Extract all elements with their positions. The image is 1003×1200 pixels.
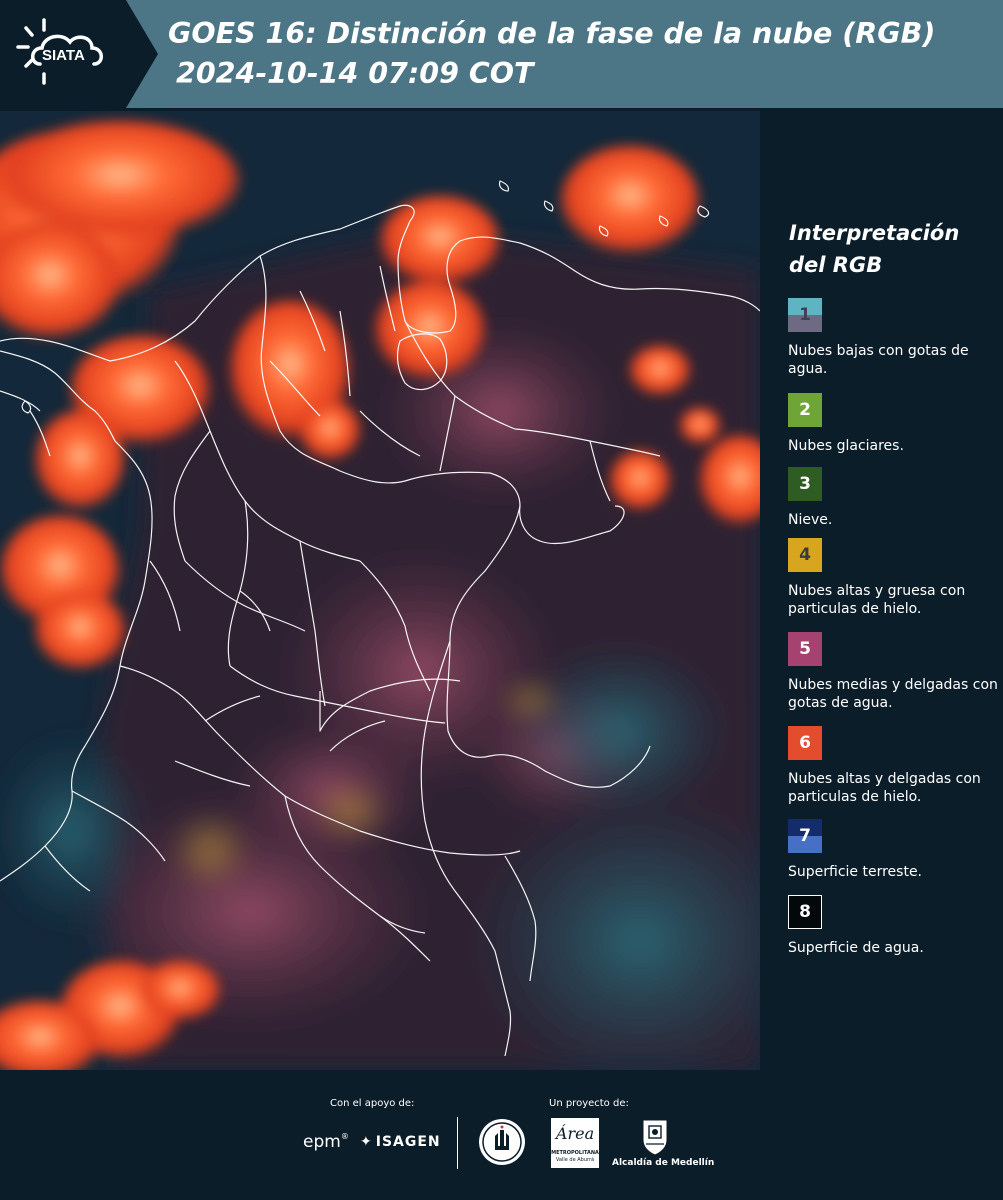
legend-swatch-3: 3	[788, 467, 822, 501]
legend-desc-5: Nubes medias y delgadas con gotas de agu…	[788, 677, 998, 711]
legend-panel: Interpretación del RGB 1 Nubes bajas con…	[762, 111, 1003, 1070]
siata-logo-text: SIATA	[42, 47, 85, 64]
header: SIATA GOES 16: Distinción de la fase de …	[0, 0, 1003, 108]
timestamp: 2024-10-14 07:09 COT	[176, 57, 534, 90]
legend-swatch-4: 4	[788, 538, 822, 572]
legend-desc-6: Nubes altas y delgadas con particulas de…	[788, 771, 981, 805]
area-logo-line2: Valle de Aburrá	[555, 1157, 595, 1163]
legend-number-8: 8	[799, 902, 811, 922]
legend-number-4: 4	[799, 545, 811, 565]
legend-item-8: 8 Superficie de agua.	[788, 895, 1000, 957]
isagen-icon: ✦	[360, 1134, 373, 1150]
legend-item-6: 6 Nubes altas y delgadas con particulas …	[788, 726, 1000, 806]
legend-swatch-5: 5	[788, 632, 822, 666]
legend-desc-2: Nubes glaciares.	[788, 438, 904, 454]
legend-number-7: 7	[799, 826, 811, 846]
satellite-rgb-map	[0, 111, 760, 1070]
legend-swatch-6: 6	[788, 726, 822, 760]
support-caption: Con el apoyo de:	[330, 1098, 415, 1109]
page-title: GOES 16: Distinción de la fase de la nub…	[168, 17, 936, 50]
siata-logo: SIATA	[0, 0, 158, 108]
legend-item-1: 1 Nubes bajas con gotas de agua.	[788, 298, 1000, 378]
legend-item-7: 7 Superficie terreste.	[788, 819, 1000, 881]
epm-logo: epm®	[303, 1132, 349, 1152]
project-caption: Un proyecto de:	[549, 1098, 629, 1109]
legend-title: Interpretación del RGB	[789, 221, 960, 277]
legend-number-6: 6	[799, 733, 811, 753]
area-logo-script: Área	[555, 1124, 595, 1143]
legend-number-3: 3	[799, 474, 811, 494]
legend-desc-4: Nubes altas y gruesa con particulas de h…	[788, 583, 966, 617]
legend-desc-8: Superficie de agua.	[788, 940, 924, 956]
legend-number-1: 1	[799, 305, 811, 325]
area-metropolitana-logo: Área METROPOLITANA Valle de Aburrá	[551, 1118, 599, 1168]
isagen-logo-text: ISAGEN	[375, 1134, 441, 1150]
alcaldia-logo-text: Alcaldía de Medellín	[612, 1158, 715, 1168]
footer: Con el apoyo de: Un proyecto de: epm® ✦ I…	[0, 1070, 1003, 1200]
legend-number-5: 5	[799, 639, 811, 659]
legend-swatch-1: 1	[788, 298, 822, 332]
legend-swatch-7: 7	[788, 819, 822, 853]
alcaldia-shield-icon	[640, 1118, 670, 1160]
legend-item-5: 5 Nubes medias y delgadas con gotas de a…	[788, 632, 1000, 712]
legend-desc-7: Superficie terreste.	[788, 864, 923, 880]
legend-desc-3: Nieve.	[788, 512, 833, 528]
legend-desc-1: Nubes bajas con gotas de agua.	[788, 343, 969, 377]
footer-divider	[457, 1117, 458, 1169]
satellite-map	[0, 111, 760, 1070]
legend-item-2: 2 Nubes glaciares.	[788, 393, 1000, 455]
epm-logo-text: epm	[303, 1132, 341, 1152]
legend-swatch-8: 8	[788, 895, 822, 929]
legend-item-3: 3 Nieve.	[788, 467, 1000, 529]
legend-swatch-2: 2	[788, 393, 822, 427]
isagen-logo: ✦ ISAGEN	[360, 1134, 441, 1150]
legend-number-2: 2	[799, 400, 811, 420]
legend-item-4: 4 Nubes altas y gruesa con particulas de…	[788, 538, 1000, 618]
area-logo-line1: METROPOLITANA	[551, 1150, 599, 1156]
seal-logo	[478, 1118, 526, 1170]
